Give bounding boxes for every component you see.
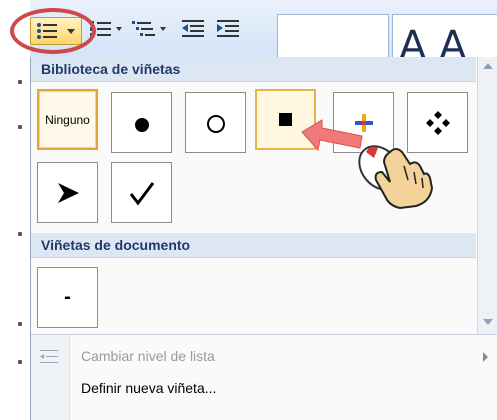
section-title: Biblioteca de viñetas bbox=[41, 61, 181, 77]
bullet-checkmark-tile[interactable] bbox=[111, 162, 172, 223]
bullet-none-tile[interactable]: Ninguno bbox=[37, 89, 98, 150]
define-new-bullet-item[interactable]: Definir nueva viñeta... bbox=[31, 375, 497, 403]
increase-indent-button[interactable] bbox=[215, 16, 243, 42]
style-preview-heading[interactable]: A A bbox=[392, 14, 497, 69]
scroll-down-icon[interactable] bbox=[483, 319, 493, 325]
menu-divider bbox=[31, 334, 497, 335]
section-header-library: Biblioteca de viñetas bbox=[31, 57, 476, 82]
section-header-document: Viñetas de documento bbox=[31, 233, 476, 258]
dash-icon: - bbox=[64, 286, 71, 308]
gallery-scrollbar[interactable] bbox=[477, 57, 497, 334]
hollow-circle-icon bbox=[206, 114, 225, 133]
hand-cursor-icon bbox=[358, 145, 434, 210]
filled-square-icon bbox=[278, 112, 292, 126]
bullets-dropdown-panel: Biblioteca de viñetas Ninguno Viñetas de… bbox=[30, 57, 497, 420]
change-list-level-label: Cambiar nivel de lista bbox=[81, 348, 215, 364]
document-text-fragment bbox=[18, 360, 22, 364]
multilevel-list-icon bbox=[132, 21, 166, 36]
ribbon-paragraph-group: A A bbox=[30, 0, 497, 69]
bullet-arrowhead-tile[interactable] bbox=[37, 162, 98, 223]
bullet-hollow-circle-tile[interactable] bbox=[185, 92, 246, 153]
bullet-dash-tile[interactable]: - bbox=[37, 267, 98, 328]
scroll-up-icon[interactable] bbox=[483, 63, 493, 69]
decrease-indent-button[interactable] bbox=[180, 16, 208, 42]
decrease-indent-icon bbox=[182, 20, 204, 37]
document-text-fragment bbox=[18, 80, 22, 84]
section-title: Viñetas de documento bbox=[41, 237, 191, 253]
multilevel-list-button[interactable] bbox=[130, 16, 172, 42]
document-text-fragment bbox=[18, 322, 22, 326]
style-preview-normal[interactable] bbox=[277, 14, 389, 60]
bullet-none-label: Ninguno bbox=[45, 112, 90, 127]
annotation-highlight-oval bbox=[10, 8, 96, 54]
submenu-arrow-icon bbox=[483, 352, 488, 362]
document-text-fragment bbox=[18, 232, 22, 236]
increase-indent-icon bbox=[217, 20, 239, 37]
checkmark-icon bbox=[129, 181, 154, 205]
document-left-margin bbox=[0, 0, 30, 420]
filled-circle-icon bbox=[134, 117, 149, 132]
change-list-level-item[interactable]: Cambiar nivel de lista bbox=[31, 343, 497, 371]
define-new-bullet-label: Definir nueva viñeta... bbox=[81, 380, 217, 396]
document-text-fragment bbox=[18, 125, 22, 129]
change-level-icon bbox=[40, 350, 58, 363]
bullet-filled-circle-tile[interactable] bbox=[111, 92, 172, 153]
arrowhead-icon bbox=[57, 182, 79, 203]
